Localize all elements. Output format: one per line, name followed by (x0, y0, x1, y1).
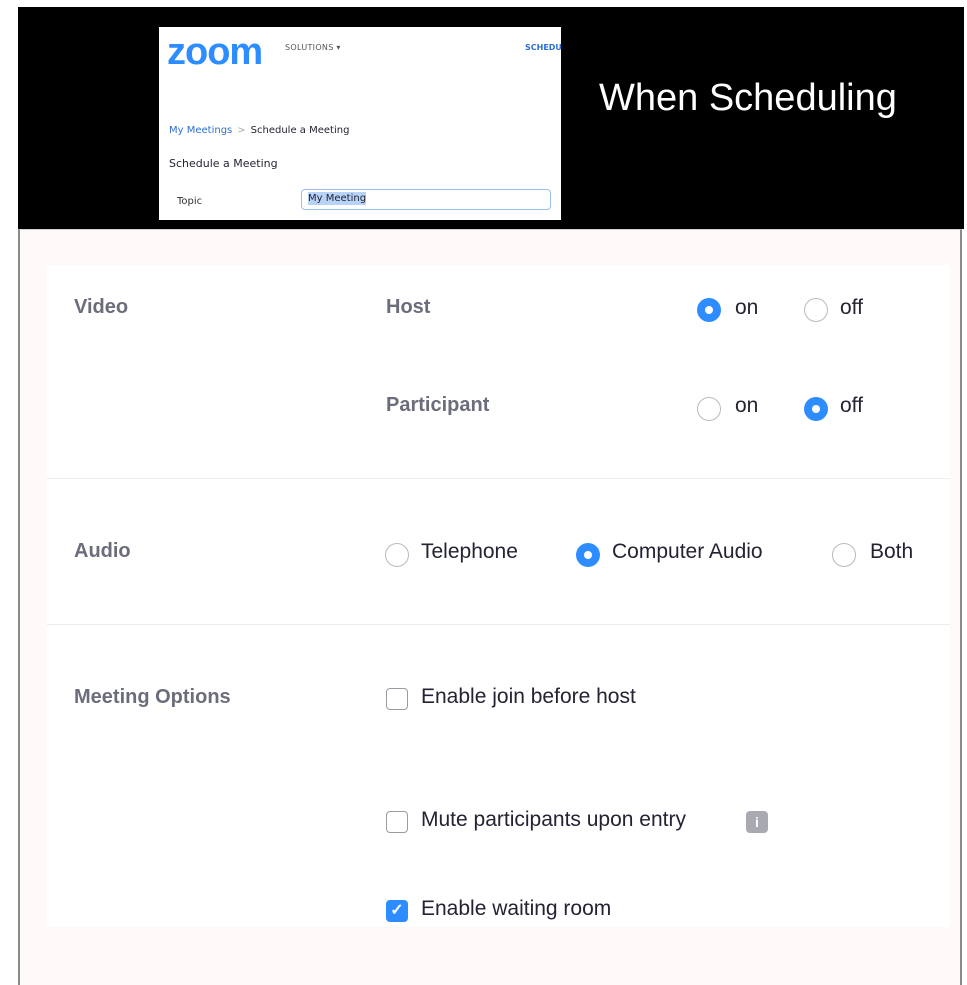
video-host-on-label: on (735, 296, 759, 319)
topic-input[interactable]: My Meeting (301, 189, 551, 210)
video-participant-off-label: off (840, 394, 863, 417)
audio-telephone-label: Telephone (421, 540, 518, 563)
title-banner: zoom SOLUTIONS ▾ SCHEDULE My Meetings > Sc… (18, 7, 964, 229)
schedule-link[interactable]: SCHEDULE (525, 43, 561, 52)
audio-computer-label: Computer Audio (612, 540, 763, 563)
mute-on-entry-checkbox[interactable] (386, 811, 408, 833)
video-participant-on-radio[interactable] (697, 397, 721, 421)
section-divider (47, 624, 950, 625)
zoom-schedule-screenshot: zoom SOLUTIONS ▾ SCHEDULE My Meetings > Sc… (159, 27, 561, 220)
waiting-room-checkbox[interactable]: ✓ (386, 900, 408, 922)
page-title: Schedule a Meeting (169, 157, 278, 170)
info-badge-icon[interactable]: i (746, 811, 768, 833)
banner-title: When Scheduling (599, 77, 897, 119)
breadcrumb: My Meetings > Schedule a Meeting (169, 125, 349, 136)
solutions-menu[interactable]: SOLUTIONS ▾ (285, 43, 341, 52)
topic-value: My Meeting (308, 192, 367, 205)
video-host-off-label: off (840, 296, 863, 319)
video-host-off-radio[interactable] (804, 298, 828, 322)
breadcrumb-separator: > (237, 125, 246, 136)
audio-computer-radio[interactable] (576, 543, 600, 567)
waiting-room-label: Enable waiting room (421, 897, 612, 920)
audio-telephone-radio[interactable] (385, 543, 409, 567)
zoom-logo[interactable]: zoom (167, 32, 263, 72)
section-divider (47, 478, 950, 479)
audio-both-label: Both (870, 540, 914, 563)
video-participant-off-radio[interactable] (804, 397, 828, 421)
topic-label: Topic (177, 196, 203, 207)
video-participant-label: Participant (386, 394, 490, 416)
audio-both-radio[interactable] (832, 543, 856, 567)
breadcrumb-current: Schedule a Meeting (250, 125, 350, 136)
video-participant-on-label: on (735, 394, 759, 417)
join-before-host-checkbox[interactable] (386, 688, 408, 710)
video-host-label: Host (386, 296, 431, 318)
join-before-host-label: Enable join before host (421, 685, 636, 708)
meeting-options-label: Meeting Options (74, 686, 231, 708)
audio-section-label: Audio (74, 540, 131, 562)
mute-on-entry-label: Mute participants upon entry (421, 808, 686, 831)
video-section-label: Video (74, 296, 129, 318)
breadcrumb-my-meetings[interactable]: My Meetings (169, 125, 232, 136)
check-icon: ✓ (390, 902, 404, 919)
video-host-on-radio[interactable] (697, 298, 721, 322)
